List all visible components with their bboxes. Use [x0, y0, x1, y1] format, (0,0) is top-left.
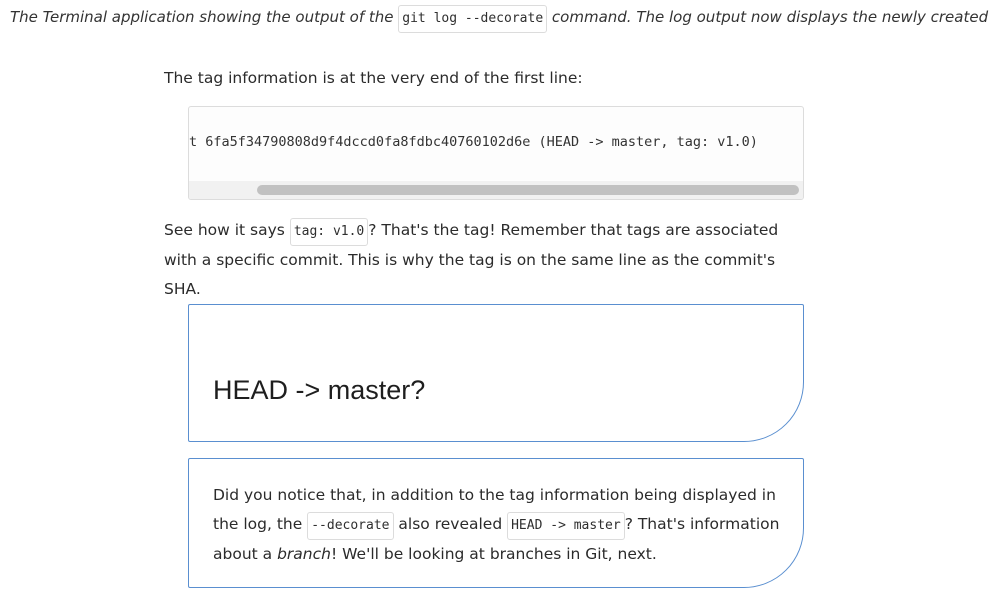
- code-line: t 6fa5f34790808d9f4dccd0fa8fdbc40760102d…: [189, 134, 758, 150]
- note-emphasis-branch: branch: [277, 545, 331, 563]
- code-block: t 6fa5f34790808d9f4dccd0fa8fdbc40760102d…: [188, 106, 804, 200]
- note-inline-code-decorate: --decorate: [307, 512, 394, 540]
- page: The Terminal application showing the out…: [0, 0, 992, 606]
- callout-note-text: Did you notice that, in addition to the …: [213, 481, 793, 569]
- caption-text-after: command. The log output now displays the…: [547, 8, 992, 26]
- note-inline-code-head: HEAD -> master: [507, 512, 625, 540]
- callout-heading: HEAD -> master?: [213, 375, 426, 405]
- note-part-4: ! We'll be looking at branches in Git, n…: [330, 545, 657, 563]
- explanation-text-before: See how it says: [164, 221, 290, 239]
- intro-paragraph: The tag information is at the very end o…: [164, 69, 583, 87]
- callout-note-box: Did you notice that, in addition to the …: [188, 458, 804, 588]
- figure-caption: The Terminal application showing the out…: [10, 3, 992, 33]
- caption-inline-code: git log --decorate: [398, 5, 548, 33]
- note-part-2: also revealed: [393, 515, 508, 533]
- explanation-inline-code: tag: v1.0: [289, 218, 369, 246]
- scrollbar-thumb[interactable]: [257, 185, 799, 195]
- caption-text-before: The Terminal application showing the out…: [10, 8, 399, 26]
- horizontal-scrollbar[interactable]: [189, 181, 803, 199]
- explanation-paragraph: See how it says tag: v1.0? That's the ta…: [164, 216, 814, 304]
- callout-heading-box: HEAD -> master?: [188, 304, 804, 442]
